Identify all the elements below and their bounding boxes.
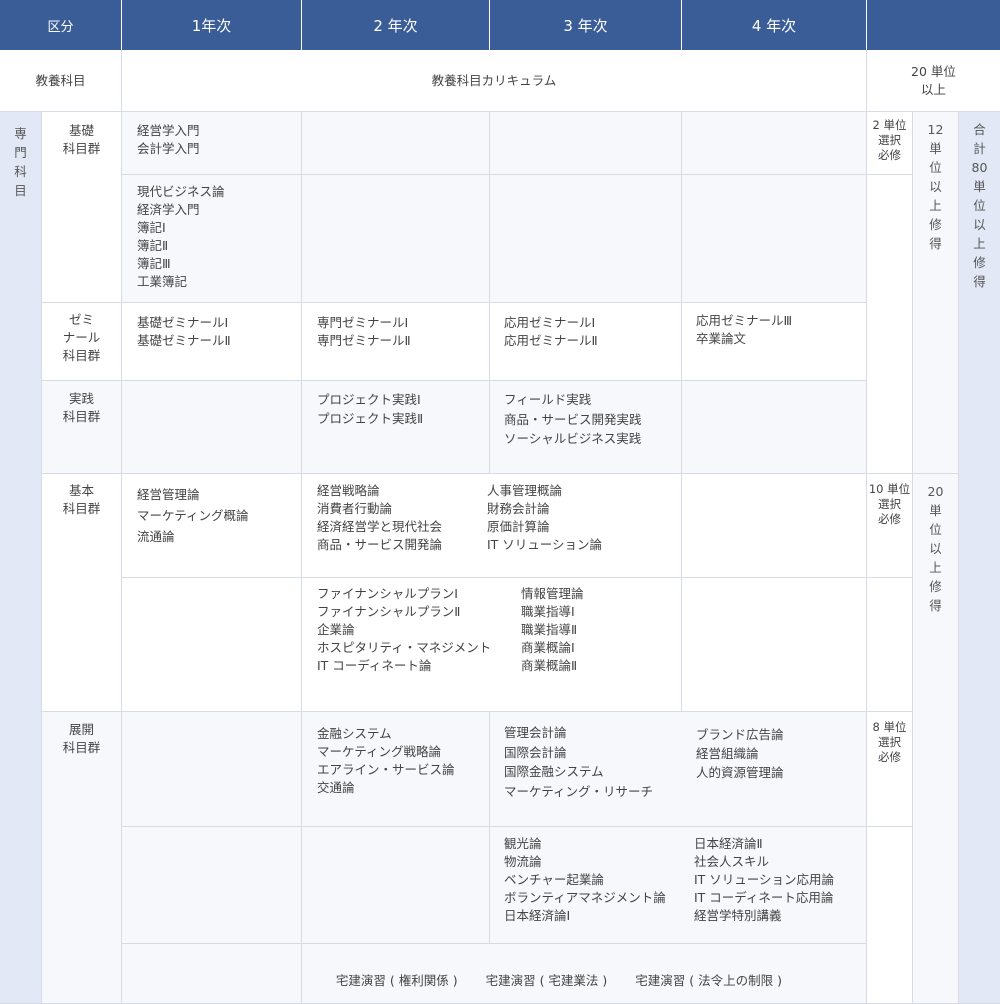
jissen-year4	[682, 381, 867, 474]
header-year3: 3 年次	[490, 0, 682, 50]
tenkai-row3-year1	[122, 944, 302, 1004]
specialized-label-char: 科	[14, 164, 27, 179]
tenkai-row2-year2	[302, 827, 490, 944]
takken-item: 宅建演習 ( 法令上の制限 )	[635, 973, 782, 988]
upper-credits-char: 12	[927, 122, 944, 137]
header-year2: 2 年次	[302, 0, 490, 50]
specialized-label-char: 専	[14, 126, 27, 141]
lower-credits-char: 得	[929, 598, 942, 613]
takken-item: 宅建演習 ( 宅建業法 )	[485, 973, 608, 988]
lower-credits-char: 修	[929, 579, 942, 594]
tenkai-row2-year34: 観光論 物流論 ベンチャー起業論 ボランティアマネジメント論 日本経済論Ⅰ 日本…	[490, 827, 867, 944]
kiso-group-label: 基礎 科目群	[42, 112, 122, 303]
jissen-year3: フィールド実践 商品・サービス開発実践 ソーシャルビジネス実践	[490, 381, 682, 474]
kiso-row2-year4	[682, 175, 867, 303]
total-credits-char: 位	[973, 198, 986, 213]
kihon-blank	[867, 578, 913, 712]
total-credits-char: 単	[973, 179, 986, 194]
seminar-year1: 基礎ゼミナールⅠ 基礎ゼミナールⅡ	[122, 303, 302, 381]
kiso-row2-year3	[490, 175, 682, 303]
kihon-group-label: 基本 科目群	[42, 474, 122, 712]
header-year1: 1年次	[122, 0, 302, 50]
kihon-row1-year1: 経営管理論 マーケティング概論 流通論	[122, 474, 302, 578]
total-credits-char: 以	[973, 217, 986, 232]
upper-credits-char: 上	[929, 198, 942, 213]
kihon-required: 10 単位 選択 必修	[867, 474, 913, 578]
lower-credits-char: 位	[929, 522, 942, 537]
total-credits-char: 80	[971, 160, 988, 175]
tenkai-group-label: 展開 科目群	[42, 712, 122, 1004]
header-credits	[867, 0, 1000, 50]
kihon-row1-year23: 経営戦略論 消費者行動論 経済経営学と現代社会 商品・サービス開発論 人事管理概…	[302, 474, 682, 578]
general-credits: 20 単位 以上	[867, 50, 1000, 112]
curriculum-table: 区分 1年次 2 年次 3 年次 4 年次 教養科目 教養科目カリキュラム 20…	[0, 0, 1000, 1004]
total-credits-char: 計	[973, 141, 986, 156]
header-category: 区分	[0, 0, 122, 50]
seminar-year4: 応用ゼミナールⅢ 卒業論文	[682, 303, 867, 381]
specialized-label-char: 目	[14, 183, 27, 198]
upper-credits-char: 以	[929, 179, 942, 194]
jissen-year2: プロジェクト実践Ⅰ プロジェクト実践Ⅱ	[302, 381, 490, 474]
total-credits: 合計 80 単位以上修得	[959, 112, 1000, 1004]
tenkai-row1-year2: 金融システム マーケティング戦略論 エアライン・サービス論 交通論	[302, 712, 490, 827]
jissen-group-label: 実践 科目群	[42, 381, 122, 474]
kihon-row2-year4	[682, 578, 867, 712]
total-credits-char: 合	[973, 122, 986, 137]
seminar-year2: 専門ゼミナールⅠ 専門ゼミナールⅡ	[302, 303, 490, 381]
kiso-row1-year2	[302, 112, 490, 175]
upper-credits-char: 単	[929, 141, 942, 156]
tenkai-row1-year34: 管理会計論 国際会計論 国際金融システム マーケティング・リサーチ ブランド広告…	[490, 712, 867, 827]
specialized-label: 専門科目	[0, 112, 42, 1004]
general-label: 教養科目	[0, 50, 122, 112]
kihon-row2-year1	[122, 578, 302, 712]
upper-credits-char: 得	[929, 236, 942, 251]
kiso-row1-year1: 経営学入門 会計学入門	[122, 112, 302, 175]
general-curriculum: 教養科目カリキュラム	[122, 50, 867, 112]
takken-item: 宅建演習 ( 権利関係 )	[335, 973, 458, 988]
lower-credits: 20 単位以上修得	[913, 474, 959, 1004]
upper-credits: 12 単位以上修得	[913, 112, 959, 474]
upper-credits-char: 位	[929, 160, 942, 175]
takken-row: 宅建演習 ( 権利関係 ) 宅建演習 ( 宅建業法 ) 宅建演習 ( 法令上の制限 …	[320, 955, 810, 1004]
total-credits-char: 得	[973, 274, 986, 289]
upper-credits-char: 修	[929, 217, 942, 232]
kihon-row2-year23: ファイナンシャルプランⅠ ファイナンシャルプランⅡ 企業論 ホスピタリティ・マネ…	[302, 578, 682, 712]
seminar-group-label: ゼミ ナール 科目群	[42, 303, 122, 381]
seminar-year3: 応用ゼミナールⅠ 応用ゼミナールⅡ	[490, 303, 682, 381]
jissen-year1	[122, 381, 302, 474]
kiso-row1-year3	[490, 112, 682, 175]
tenkai-required: 8 単位 選択 必修	[867, 712, 913, 827]
upper-blank	[867, 175, 913, 474]
lower-credits-char: 単	[929, 503, 942, 518]
header-year4: 4 年次	[682, 0, 867, 50]
specialized-label-char: 門	[14, 145, 27, 160]
kihon-row1-year4	[682, 474, 867, 578]
tenkai-blank	[867, 827, 913, 1004]
lower-credits-char: 以	[929, 541, 942, 556]
tenkai-row1-year1	[122, 712, 302, 827]
total-credits-char: 修	[973, 255, 986, 270]
tenkai-row2-year1	[122, 827, 302, 944]
kiso-row2-year1: 現代ビジネス論 経済学入門 簿記Ⅰ 簿記Ⅱ 簿記Ⅲ 工業簿記	[122, 175, 302, 303]
kiso-required: 2 単位 選択 必修	[867, 112, 913, 175]
lower-credits-char: 20	[927, 484, 944, 499]
kiso-row2-year2	[302, 175, 490, 303]
lower-credits-char: 上	[929, 560, 942, 575]
kiso-row1-year4	[682, 112, 867, 175]
total-credits-char: 上	[973, 236, 986, 251]
